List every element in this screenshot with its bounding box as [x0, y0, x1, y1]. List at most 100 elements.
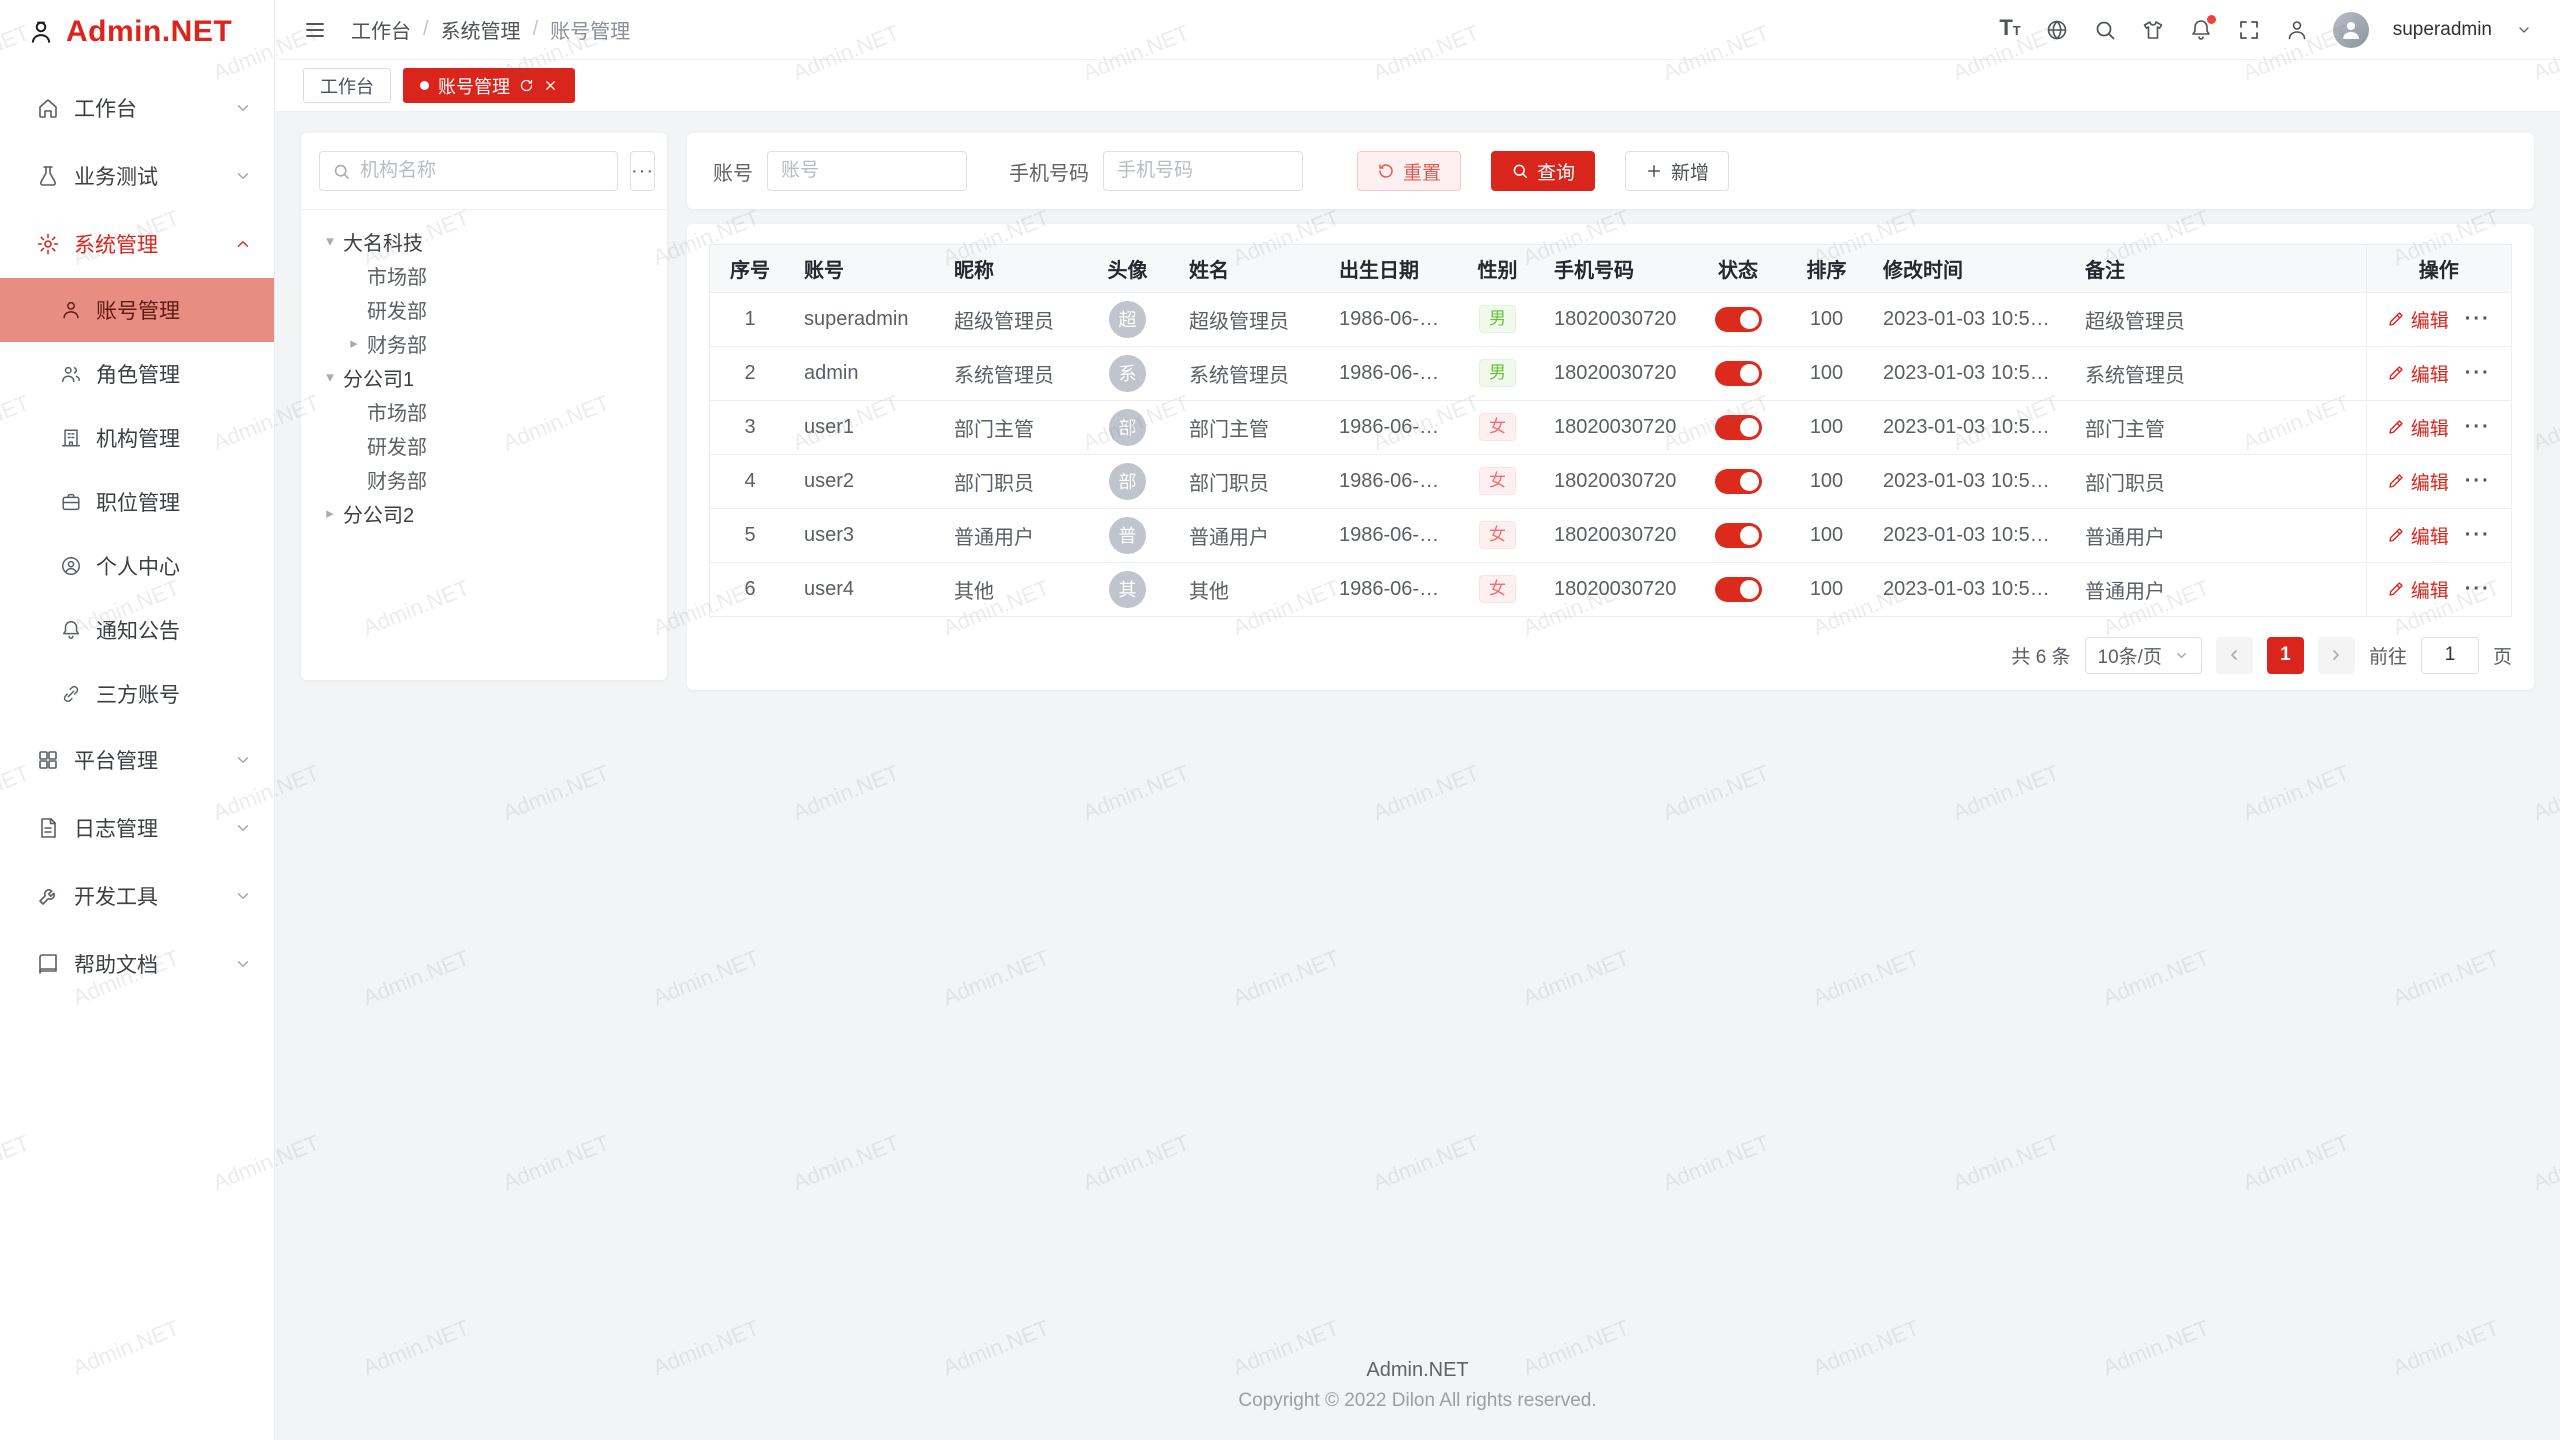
menu-label: 帮助文档: [74, 949, 158, 979]
add-button[interactable]: 新增: [1625, 151, 1729, 191]
goto-page-input[interactable]: [2421, 637, 2479, 674]
cell-nickname: 部门职员: [940, 454, 1080, 508]
status-toggle[interactable]: [1715, 577, 1762, 602]
search-button[interactable]: 查询: [1491, 151, 1595, 191]
tree-node[interactable]: 市场部: [311, 394, 657, 428]
tab-account-management[interactable]: 账号管理: [403, 68, 575, 103]
menu-label: 系统管理: [74, 229, 158, 259]
tree-node[interactable]: 市场部: [311, 258, 657, 292]
chevron-down-icon[interactable]: [2516, 22, 2532, 38]
avatar: 其: [1109, 571, 1146, 608]
sidebar-item-account-management[interactable]: 账号管理: [0, 278, 274, 342]
edit-button[interactable]: 编辑: [2387, 468, 2449, 495]
sidebar-item-org-management[interactable]: 机构管理: [0, 406, 274, 470]
edit-icon: [2387, 526, 2405, 544]
sidebar-item-platform-management[interactable]: 平台管理: [0, 726, 274, 794]
sidebar-item-log-management[interactable]: 日志管理: [0, 794, 274, 862]
sidebar-item-business-test[interactable]: 业务测试: [0, 142, 274, 210]
more-actions-button[interactable]: ···: [2465, 470, 2491, 493]
filter-bar: 账号 手机号码 重置 查询: [687, 133, 2534, 209]
search-label: 查询: [1537, 158, 1575, 185]
edit-button[interactable]: 编辑: [2387, 414, 2449, 441]
book-icon: [36, 952, 60, 976]
edit-button[interactable]: 编辑: [2387, 522, 2449, 549]
edit-label: 编辑: [2411, 576, 2449, 603]
theme-icon[interactable]: [2141, 18, 2165, 42]
status-toggle[interactable]: [1715, 415, 1762, 440]
col-header: 状态: [1692, 245, 1784, 292]
avatar[interactable]: [2333, 12, 2369, 48]
status-toggle[interactable]: [1715, 523, 1762, 548]
hamburger-menu-icon[interactable]: [303, 18, 327, 42]
fullscreen-icon[interactable]: [2237, 18, 2261, 42]
user-icon[interactable]: [2285, 18, 2309, 42]
phone-input[interactable]: [1103, 151, 1303, 191]
cell-name: 普通用户: [1175, 508, 1325, 562]
status-toggle[interactable]: [1715, 361, 1762, 386]
next-page-button[interactable]: [2318, 637, 2355, 674]
search-icon[interactable]: [2093, 18, 2117, 42]
page-size-select[interactable]: 10条/页: [2085, 637, 2202, 674]
sidebar-item-position-management[interactable]: 职位管理: [0, 470, 274, 534]
edit-button[interactable]: 编辑: [2387, 576, 2449, 603]
page-number-current[interactable]: 1: [2267, 637, 2304, 674]
gender-badge: 女: [1479, 467, 1516, 495]
breadcrumb-item[interactable]: 工作台: [351, 15, 411, 44]
sidebar-item-workbench[interactable]: 工作台: [0, 74, 274, 142]
font-size-icon[interactable]: TT: [1999, 16, 2020, 43]
more-actions-button[interactable]: ···: [2465, 416, 2491, 439]
refresh-icon[interactable]: [519, 78, 534, 93]
more-actions-button[interactable]: ···: [2465, 578, 2491, 601]
sidebar-item-personal-center[interactable]: 个人中心: [0, 534, 274, 598]
reset-button[interactable]: 重置: [1357, 151, 1461, 191]
breadcrumb-item[interactable]: 系统管理: [441, 15, 521, 44]
col-header: 昵称: [940, 245, 1080, 292]
prev-page-button[interactable]: [2216, 637, 2253, 674]
table-row: 5 user3 普通用户 普 普通用户 1986-06-28 女 1802003…: [710, 508, 2511, 562]
cell-index: 1: [710, 292, 790, 346]
tree-more-button[interactable]: ···: [630, 151, 655, 191]
cell-nickname: 超级管理员: [940, 292, 1080, 346]
wrench-icon: [36, 884, 60, 908]
tree-node[interactable]: ▸分公司2: [311, 496, 657, 530]
sidebar-item-third-party-account[interactable]: 三方账号: [0, 662, 274, 726]
tree-node[interactable]: ▾分公司1: [311, 360, 657, 394]
more-actions-button[interactable]: ···: [2465, 524, 2491, 547]
cell-nickname: 部门主管: [940, 400, 1080, 454]
cell-account: user3: [790, 508, 940, 562]
edit-label: 编辑: [2411, 306, 2449, 333]
tree-node[interactable]: ▾大名科技: [311, 224, 657, 258]
sidebar-item-dev-tools[interactable]: 开发工具: [0, 862, 274, 930]
app-logo-icon: [26, 17, 56, 47]
sidebar-item-role-management[interactable]: 角色管理: [0, 342, 274, 406]
account-input[interactable]: [767, 151, 967, 191]
user-icon: [60, 299, 82, 321]
cell-actions: 编辑 ···: [2366, 454, 2511, 508]
sidebar-item-help-docs[interactable]: 帮助文档: [0, 930, 274, 998]
status-toggle[interactable]: [1715, 307, 1762, 332]
edit-button[interactable]: 编辑: [2387, 306, 2449, 333]
cell-gender: 女: [1455, 508, 1540, 562]
bell-icon[interactable]: [2189, 18, 2213, 42]
tree-node[interactable]: 财务部: [311, 462, 657, 496]
col-header: 账号: [790, 245, 940, 292]
status-toggle[interactable]: [1715, 469, 1762, 494]
edit-button[interactable]: 编辑: [2387, 360, 2449, 387]
tab-workbench[interactable]: 工作台: [303, 68, 391, 103]
more-actions-button[interactable]: ···: [2465, 308, 2491, 331]
sidebar-item-notice[interactable]: 通知公告: [0, 598, 274, 662]
gender-badge: 女: [1479, 521, 1516, 549]
org-search-input[interactable]: [360, 160, 605, 182]
cell-phone: 18020030720: [1540, 292, 1692, 346]
more-actions-button[interactable]: ···: [2465, 362, 2491, 385]
tree-node[interactable]: ▸财务部: [311, 326, 657, 360]
tree-node[interactable]: 研发部: [311, 292, 657, 326]
system-management-submenu: 账号管理 角色管理 机构管理 职位管理 个人中心: [0, 278, 274, 726]
org-tree-toolbar: ···: [301, 133, 667, 210]
close-icon[interactable]: [543, 78, 558, 93]
username[interactable]: superadmin: [2393, 19, 2492, 41]
table-row: 4 user2 部门职员 部 部门职员 1986-06-28 女 1802003…: [710, 454, 2511, 508]
globe-icon[interactable]: [2045, 18, 2069, 42]
sidebar-item-system-management[interactable]: 系统管理: [0, 210, 274, 278]
tree-node[interactable]: 研发部: [311, 428, 657, 462]
